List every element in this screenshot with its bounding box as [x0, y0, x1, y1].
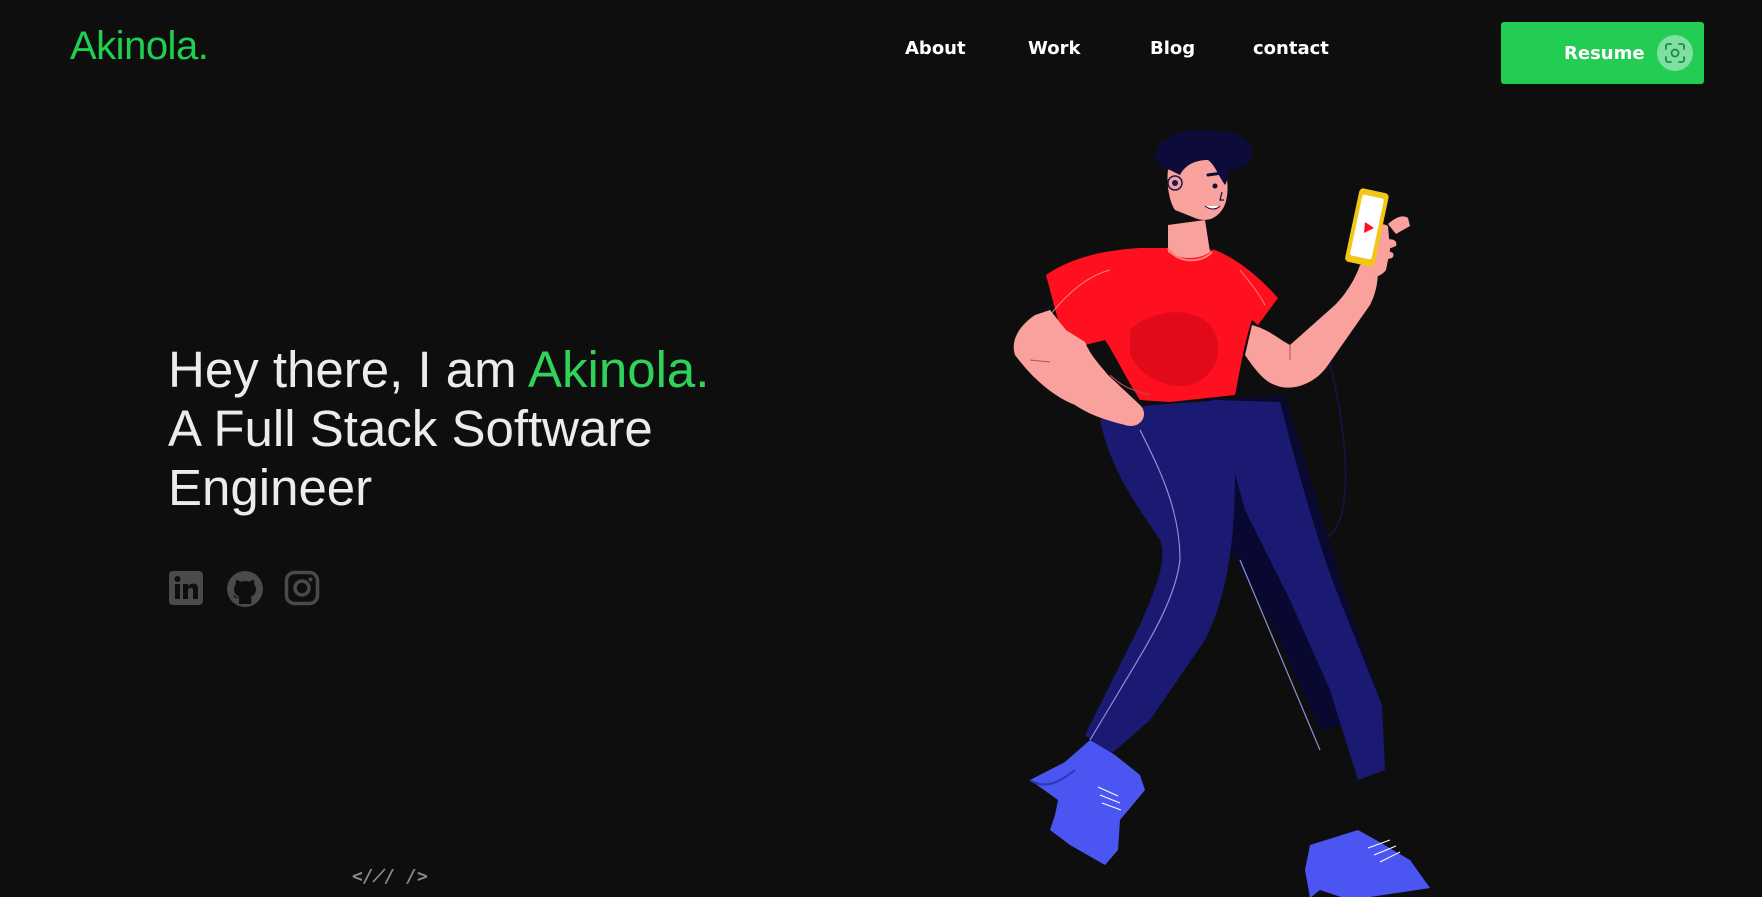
- nav-item-about[interactable]: About: [905, 38, 966, 59]
- scan-icon: [1657, 35, 1693, 71]
- hero-greeting: Hey there, I am: [168, 341, 528, 398]
- resume-button-label: Resume: [1564, 43, 1645, 64]
- nav-item-blog[interactable]: Blog: [1150, 38, 1195, 59]
- nav-item-work[interactable]: Work: [1028, 38, 1080, 59]
- hero-line-2: A Full Stack Software: [168, 400, 653, 457]
- instagram-icon[interactable]: [284, 570, 320, 606]
- resume-button[interactable]: Resume: [1501, 22, 1704, 84]
- hero-name: Akinola.: [528, 341, 710, 398]
- hero-heading: Hey there, I am Akinola. A Full Stack So…: [168, 340, 788, 517]
- hero-line-3: Engineer: [168, 459, 373, 516]
- linkedin-icon[interactable]: [168, 570, 204, 606]
- logo-link[interactable]: Akinola.: [70, 24, 209, 69]
- social-links: [168, 570, 320, 607]
- github-icon[interactable]: [226, 570, 263, 607]
- nav-item-contact[interactable]: contact: [1253, 38, 1329, 59]
- page: Akinola. About Work Blog contact Resume …: [0, 0, 1762, 897]
- footer-code-mark: </̸/ />: [352, 866, 428, 887]
- walking-man-illustration: [1013, 130, 1430, 897]
